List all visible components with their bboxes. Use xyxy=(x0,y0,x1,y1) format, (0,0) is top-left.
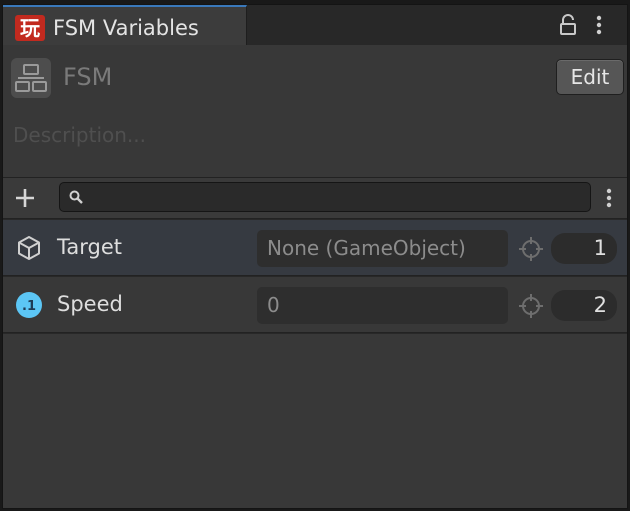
variables-empty-area xyxy=(3,334,627,508)
target-crosshair-icon[interactable] xyxy=(518,293,544,319)
edit-button[interactable]: Edit xyxy=(556,59,624,95)
variable-name[interactable]: Target xyxy=(57,235,122,259)
variables-toolbar xyxy=(3,178,627,219)
description-field[interactable]: Description... xyxy=(13,123,146,147)
variable-row-target[interactable]: Target None (GameObject) 1 xyxy=(3,220,627,276)
tab-fsm-variables[interactable]: 玩 FSM Variables xyxy=(3,5,247,45)
variable-count-badge: 2 xyxy=(551,290,617,321)
tab-bar: 玩 FSM Variables xyxy=(3,5,627,45)
kebab-menu-icon[interactable] xyxy=(605,187,613,209)
plus-icon[interactable] xyxy=(13,186,37,210)
float-field[interactable]: 0 xyxy=(257,287,508,324)
fsm-variables-window: 玩 FSM Variables FSM Edit Description... xyxy=(2,4,628,509)
fsm-graph-icon xyxy=(11,58,51,98)
target-crosshair-icon[interactable] xyxy=(518,236,544,262)
float-icon: .1 xyxy=(16,292,42,318)
fsm-header: FSM Edit Description... xyxy=(3,45,627,178)
svg-text:.1: .1 xyxy=(22,299,36,314)
gameobject-cube-icon xyxy=(18,236,40,260)
fsm-name: FSM xyxy=(63,63,113,91)
playmaker-logo-icon: 玩 xyxy=(15,15,45,41)
variable-name[interactable]: Speed xyxy=(57,292,123,316)
tab-title: FSM Variables xyxy=(53,16,199,40)
search-icon xyxy=(69,190,83,204)
lock-icon[interactable] xyxy=(558,14,578,36)
search-input[interactable] xyxy=(59,182,591,212)
object-field[interactable]: None (GameObject) xyxy=(257,230,508,267)
kebab-menu-icon[interactable] xyxy=(595,14,603,36)
variable-count-badge: 1 xyxy=(551,233,617,264)
variable-row-speed[interactable]: .1 Speed 0 2 xyxy=(3,277,627,333)
